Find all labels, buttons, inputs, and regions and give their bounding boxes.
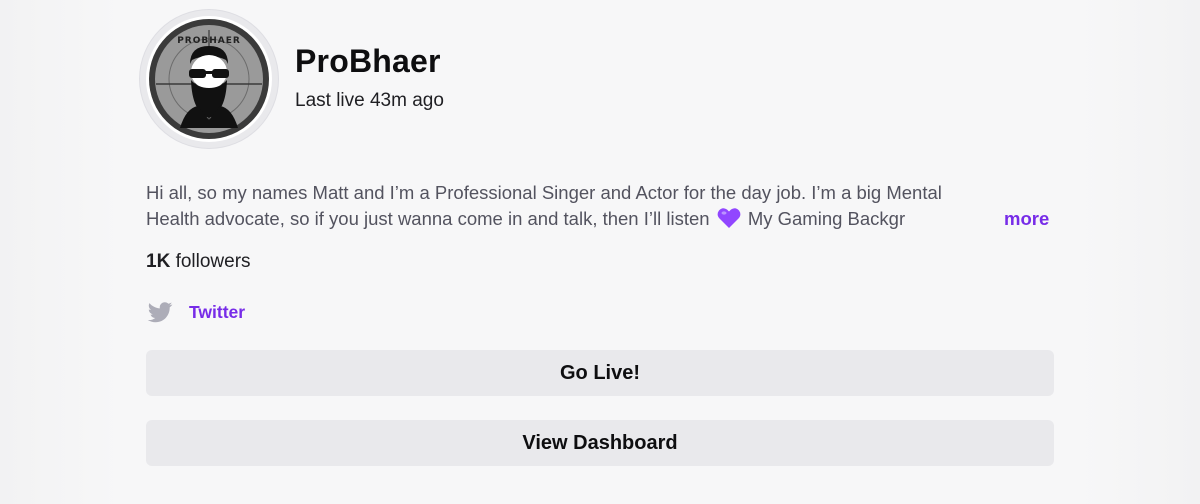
followers-number: 1K [146,251,171,272]
bio-line-2: Health advocate, so if you just wanna co… [146,206,994,236]
bio-fade [954,206,994,236]
followers-count: 1K followers [146,251,251,273]
social-links: Twitter [146,298,245,326]
twitter-bird-icon [147,302,173,323]
avatar-caption: PROBHAER [177,36,241,46]
channel-about-panel: PROBHAER ProBhaer Last live 43m ago Hi a… [0,0,1200,504]
right-gutter [1080,0,1200,504]
view-dashboard-button[interactable]: View Dashboard [146,420,1054,466]
channel-info: ProBhaer Last live 43m ago [295,41,444,113]
purple-heart-emoji-icon [717,207,741,236]
bio-line-2-start: Health advocate, so if you just wanna co… [146,208,715,229]
twitter-link[interactable]: Twitter [189,302,245,323]
bio-line-2-end: My Gaming Backgr [742,208,906,229]
left-gutter [0,0,120,504]
avatar[interactable]: PROBHAER [140,10,278,148]
bio-more-link[interactable]: more [1004,206,1049,232]
go-live-button[interactable]: Go Live! [146,350,1054,396]
avatar-image: PROBHAER [146,16,272,142]
last-live-status: Last live 43m ago [295,90,444,111]
bearded-man-logo-icon: PROBHAER [149,19,269,139]
profile-header: PROBHAER ProBhaer Last live 43m ago [140,10,444,148]
bio-line-1: Hi all, so my names Matt and I’m a Profe… [146,182,942,203]
followers-label: followers [170,251,251,272]
channel-bio: Hi all, so my names Matt and I’m a Profe… [146,180,1056,236]
channel-name: ProBhaer [295,43,441,79]
